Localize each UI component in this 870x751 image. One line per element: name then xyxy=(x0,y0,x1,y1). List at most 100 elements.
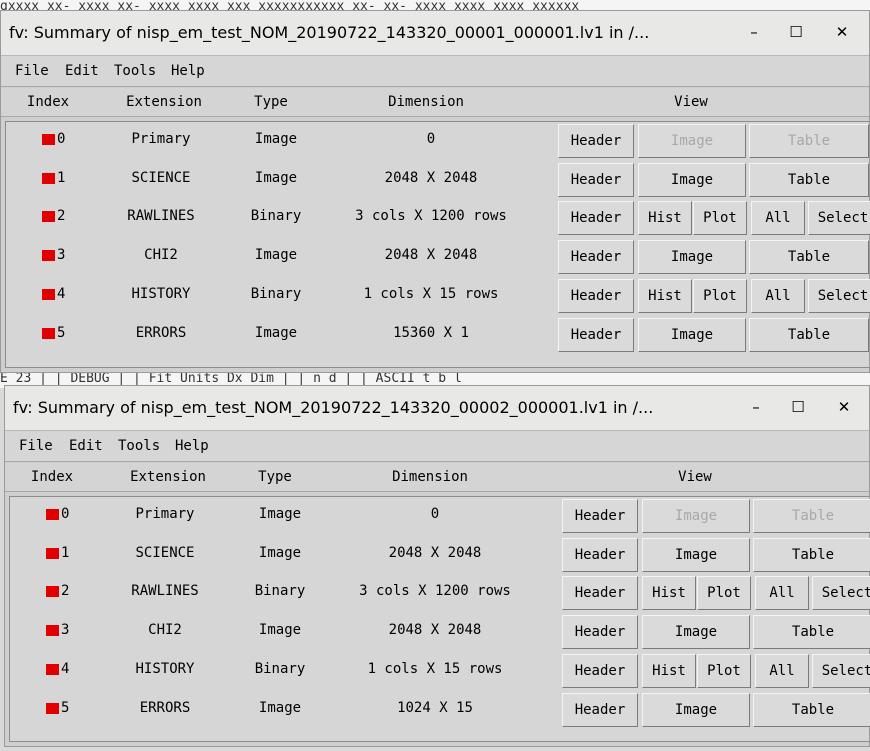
column-header-extension: Extension xyxy=(126,94,202,110)
table-button[interactable]: Table xyxy=(753,615,870,650)
close-icon[interactable]: ✕ xyxy=(833,396,855,418)
hdu-marker-icon xyxy=(42,211,55,223)
header-button[interactable]: Header xyxy=(558,317,634,352)
maximize-icon[interactable]: ☐ xyxy=(785,21,807,43)
image-button[interactable]: Image xyxy=(638,240,746,275)
all-button[interactable]: All xyxy=(751,278,805,313)
hdu-row: 0 Primary Image 0 Header Image Table xyxy=(10,497,870,535)
menu-help[interactable]: Help xyxy=(175,438,209,454)
minimize-icon[interactable]: – xyxy=(745,396,767,418)
menu-file[interactable]: File xyxy=(19,438,53,454)
hdu-extension: RAWLINES xyxy=(131,583,199,600)
hdu-type: Binary xyxy=(250,208,302,225)
header-button[interactable]: Header xyxy=(562,692,638,727)
image-button[interactable]: Image xyxy=(642,615,750,650)
hdu-index: 4 xyxy=(61,660,70,677)
hist-button[interactable]: Hist xyxy=(642,653,696,688)
hdu-type: Image xyxy=(258,622,302,639)
header-button[interactable]: Header xyxy=(558,162,634,197)
hdu-extension: CHI2 xyxy=(144,247,178,264)
hdu-index: 0 xyxy=(57,131,66,147)
hdu-index: 2 xyxy=(61,583,70,600)
title-bar[interactable]: fv: Summary of nisp_em_test_NOM_20190722… xyxy=(1,11,869,56)
header-button[interactable]: Header xyxy=(562,576,638,611)
window-title: fv: Summary of nisp_em_test_NOM_20190722… xyxy=(13,398,654,417)
table-button[interactable]: Table xyxy=(753,692,870,727)
header-button[interactable]: Header xyxy=(558,201,634,236)
hdu-row: 5 ERRORS Image 1024 X 15 Header Image Table xyxy=(10,691,870,729)
column-header-index: Index xyxy=(26,94,70,110)
image-button[interactable]: Image xyxy=(638,317,746,352)
image-button[interactable]: Image xyxy=(642,537,750,572)
hdu-marker-icon xyxy=(42,327,55,339)
hdu-type: Image xyxy=(258,699,302,716)
menu-edit[interactable]: Edit xyxy=(65,63,99,79)
column-header-index: Index xyxy=(30,469,74,485)
select-button[interactable]: Select xyxy=(808,201,870,236)
menu-bar: File Edit Tools Help xyxy=(1,56,869,87)
header-button[interactable]: Header xyxy=(562,615,638,650)
plot-button[interactable]: Plot xyxy=(697,576,751,611)
select-button[interactable]: Select xyxy=(812,576,870,611)
hdu-extension: SCIENCE xyxy=(135,544,195,561)
image-button[interactable]: Image xyxy=(642,692,750,727)
column-header-row: Index Extension Type Dimension View xyxy=(5,463,869,492)
hdu-extension: HISTORY xyxy=(131,285,191,302)
hdu-row: 3 CHI2 Image 2048 X 2048 Header Image Table xyxy=(6,238,869,276)
column-header-view: View xyxy=(678,469,712,485)
hdu-extension: ERRORS xyxy=(139,699,191,716)
hist-button[interactable]: Hist xyxy=(642,576,696,611)
table-button[interactable]: Table xyxy=(753,537,870,572)
header-button[interactable]: Header xyxy=(558,278,634,313)
hdu-marker-icon xyxy=(42,134,55,145)
hdu-dimension: 0 xyxy=(426,131,436,147)
plot-button[interactable]: Plot xyxy=(693,201,747,236)
menu-tools[interactable]: Tools xyxy=(118,438,160,454)
hdu-row: 3 CHI2 Image 2048 X 2048 Header Image Table xyxy=(10,613,870,651)
menu-tools[interactable]: Tools xyxy=(114,63,156,79)
header-button[interactable]: Header xyxy=(558,124,634,158)
header-button[interactable]: Header xyxy=(562,653,638,688)
hdu-index: 2 xyxy=(57,208,66,225)
all-button[interactable]: All xyxy=(755,576,809,611)
header-button[interactable]: Header xyxy=(562,537,638,572)
title-bar[interactable]: fv: Summary of nisp_em_test_NOM_20190722… xyxy=(5,386,869,431)
hdu-marker-icon xyxy=(42,172,55,184)
minimize-icon[interactable]: – xyxy=(743,21,765,43)
table-button[interactable]: Table xyxy=(749,240,869,275)
hist-button[interactable]: Hist xyxy=(638,278,692,313)
hist-button[interactable]: Hist xyxy=(638,201,692,236)
hdu-extension: SCIENCE xyxy=(131,169,191,186)
all-button[interactable]: All xyxy=(751,201,805,236)
hdu-list: 0 Primary Image 0 Header Image Table 1 SCIENCE Im… xyxy=(5,121,870,368)
close-icon[interactable]: ✕ xyxy=(831,21,853,43)
plot-button[interactable]: Plot xyxy=(697,653,751,688)
column-header-extension: Extension xyxy=(130,469,206,485)
hdu-marker-icon xyxy=(42,288,55,300)
image-button[interactable]: Image xyxy=(638,162,746,197)
hdu-dimension: 3 cols X 1200 rows xyxy=(355,208,507,225)
select-button[interactable]: Select xyxy=(808,278,870,313)
hdu-dimension: 2048 X 2048 xyxy=(384,169,478,186)
menu-edit[interactable]: Edit xyxy=(69,438,103,454)
table-button[interactable]: Table xyxy=(749,317,869,352)
hdu-extension: Primary xyxy=(131,131,191,147)
maximize-icon[interactable]: ☐ xyxy=(787,396,809,418)
menu-file[interactable]: File xyxy=(15,63,49,79)
hdu-type: Binary xyxy=(254,660,306,677)
menu-help[interactable]: Help xyxy=(171,63,205,79)
hdu-type: Image xyxy=(258,544,302,561)
hdu-index: 5 xyxy=(61,699,70,716)
hdu-index: 5 xyxy=(57,324,66,341)
select-button[interactable]: Select xyxy=(812,653,870,688)
header-button[interactable]: Header xyxy=(558,240,634,275)
hdu-row: 4 HISTORY Binary 1 cols X 15 rows Header Hist… xyxy=(10,652,870,690)
plot-button[interactable]: Plot xyxy=(693,278,747,313)
table-button: Table xyxy=(749,124,869,158)
hdu-row: 4 HISTORY Binary 1 cols X 15 rows Header Hist… xyxy=(6,277,870,315)
hdu-dimension: 1 cols X 15 rows xyxy=(363,285,499,302)
all-button[interactable]: All xyxy=(755,653,809,688)
table-button[interactable]: Table xyxy=(749,162,869,197)
header-button[interactable]: Header xyxy=(562,499,638,533)
column-header-dimension: Dimension xyxy=(392,469,468,485)
